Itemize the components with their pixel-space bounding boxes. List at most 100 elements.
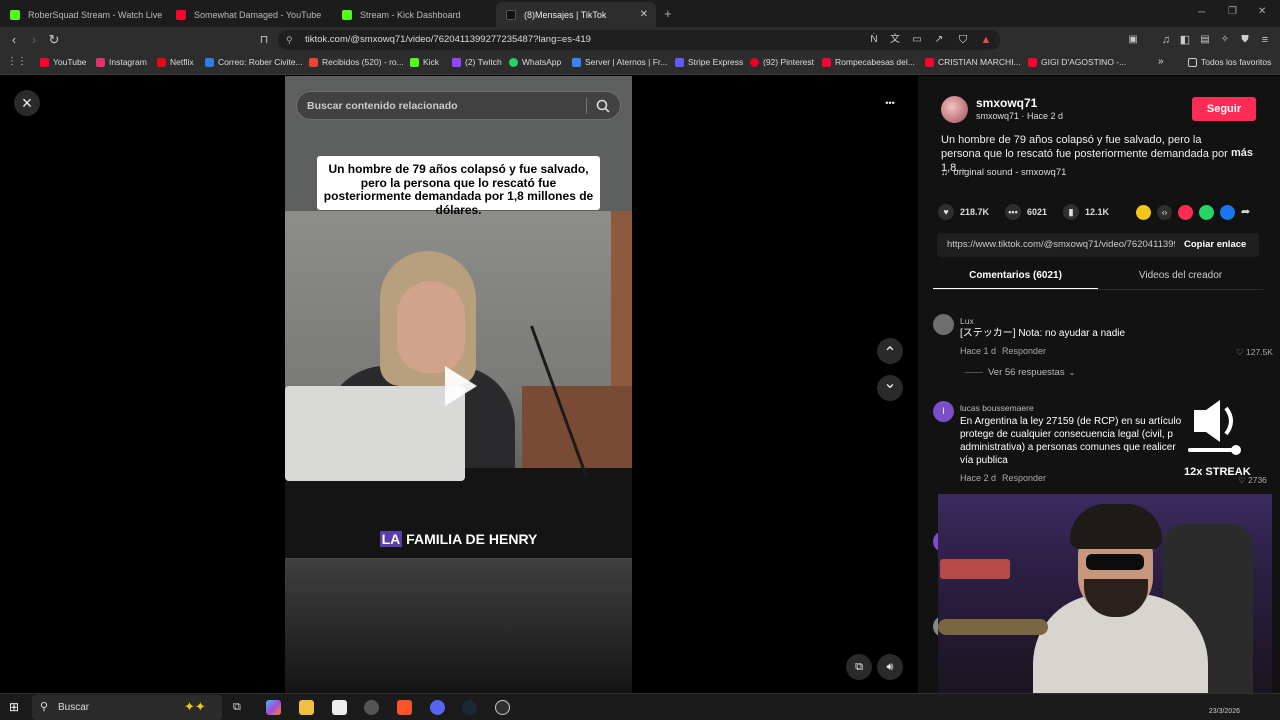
windows-start-icon[interactable]: ⊞ <box>9 700 24 715</box>
play-icon[interactable] <box>445 366 477 406</box>
brave-icon[interactable] <box>397 700 412 715</box>
facebook-share-icon[interactable] <box>1220 205 1235 220</box>
bookmark-rompecabezas[interactable]: Rompecabesas del... <box>822 57 915 67</box>
comment-button[interactable]: ••• 6021 <box>1005 204 1047 220</box>
sparkle-icon: ✦✦ <box>184 699 206 714</box>
comment-username[interactable]: lucas boussemaere <box>960 403 1034 413</box>
leo-icon[interactable]: ✧ <box>1217 32 1233 48</box>
tab-creator-videos[interactable]: Videos del creador <box>1098 264 1263 290</box>
whatsapp-share-icon[interactable] <box>1199 205 1214 220</box>
bookmark-aternos[interactable]: Server | Aternos | Fr... <box>572 57 667 67</box>
translate-icon[interactable]: 文 <box>887 32 903 48</box>
forward-icon[interactable]: › <box>26 32 42 48</box>
steam-icon[interactable] <box>462 700 477 715</box>
share-icon[interactable]: ↗ <box>931 32 947 48</box>
save-button[interactable]: ▮ 12.1K <box>1063 204 1109 220</box>
tab-comments[interactable]: Comentarios (6021) <box>933 264 1098 290</box>
share-more-icon[interactable]: ➦ <box>1241 205 1256 220</box>
bookmark-netflix[interactable]: Netflix <box>157 57 194 67</box>
minimize-icon[interactable]: ─ <box>1198 7 1205 18</box>
store-icon[interactable] <box>332 700 347 715</box>
instagram-icon <box>96 57 105 67</box>
more-options-icon[interactable]: ••• <box>877 90 903 116</box>
task-view-icon[interactable]: ⧉ <box>233 700 248 715</box>
maximize-icon[interactable]: ❐ <box>1228 6 1237 17</box>
avatar[interactable] <box>941 96 968 123</box>
youtube-icon <box>1028 57 1037 67</box>
bookmark-youtube[interactable]: YouTube <box>40 57 86 67</box>
next-video-icon[interactable]: ⌄ <box>877 375 903 401</box>
related-search-input[interactable] <box>307 92 582 119</box>
comment-like-button[interactable]: ♡ 127.5K <box>1236 347 1273 358</box>
bookmark-whatsapp[interactable]: WhatsApp <box>509 57 561 67</box>
avatar[interactable] <box>933 314 954 335</box>
menu-icon[interactable]: ≡ <box>1257 32 1273 48</box>
tab-youtube[interactable]: Somewhat Damaged - YouTube <box>166 2 332 27</box>
video-player[interactable]: Un hombre de 79 años colapsó y fue salva… <box>285 76 632 693</box>
reload-icon[interactable]: ↻ <box>46 32 62 48</box>
file-explorer-icon[interactable] <box>299 700 314 715</box>
bookmark-gmail[interactable]: Recibidos (520) - ro... <box>309 57 404 67</box>
bookmark-stripe[interactable]: Stripe Express <box>675 57 743 67</box>
copy-link-button[interactable]: Copiar enlace <box>1184 239 1246 250</box>
search-icon[interactable] <box>595 98 611 114</box>
more-link[interactable]: más <box>1231 147 1253 159</box>
new-tab-button[interactable]: + <box>664 6 672 21</box>
bookmark-icon[interactable]: ⊓ <box>256 32 272 48</box>
app-icon[interactable] <box>364 700 379 715</box>
brave-shield-icon[interactable]: ⛉ <box>955 32 971 48</box>
follow-button[interactable]: Seguir <box>1192 97 1256 121</box>
coin-icon[interactable] <box>1136 205 1151 220</box>
obs-icon[interactable] <box>495 700 510 715</box>
view-replies-button[interactable]: Ver 56 respuestas ⌄ <box>965 367 1075 378</box>
reply-button[interactable]: Responder <box>1002 473 1046 483</box>
share-link-text[interactable]: https://www.tiktok.com/@smxowq71/video/7… <box>947 239 1175 250</box>
comment-username[interactable]: Lux <box>960 316 974 326</box>
tabs-divider <box>933 289 1263 290</box>
bookmark-pinterest[interactable]: (92) Pinterest <box>750 57 814 67</box>
bookmark-kick[interactable]: Kick <box>410 57 439 67</box>
projector <box>285 386 465 481</box>
sidebar-toggle-icon[interactable]: ◧ <box>1177 32 1193 48</box>
copilot-icon[interactable] <box>266 700 281 715</box>
streamer-sunglasses <box>1086 554 1144 570</box>
bookmark-correo[interactable]: Correo: Rober Civite... <box>205 57 303 67</box>
discord-icon[interactable] <box>430 700 445 715</box>
creator-username[interactable]: smxowq71 <box>976 96 1037 110</box>
bookmarks-overflow-icon[interactable]: » <box>1158 56 1164 67</box>
tab-roberquad[interactable]: RoberSquad Stream - Watch Live <box>0 2 166 27</box>
apps-icon[interactable]: ⋮⋮ <box>7 56 27 67</box>
twitch-icon <box>452 57 461 67</box>
close-video-button[interactable]: × <box>14 90 40 116</box>
repost-icon[interactable] <box>1178 205 1193 220</box>
vpn-icon[interactable]: ⛊ <box>1237 32 1253 48</box>
sound-link[interactable]: ♫ original sound - smxowq71 <box>941 167 1066 178</box>
previous-video-icon[interactable]: ⌃ <box>877 338 903 364</box>
back-icon[interactable]: ‹ <box>6 32 22 48</box>
bookmark-twitch[interactable]: (2) Twitch <box>452 57 502 67</box>
bookmark-gigi[interactable]: GIGI D'AGOSTINO -... <box>1028 57 1126 67</box>
bookmark-cristian[interactable]: CRISTIAN MARCHI... <box>925 57 1021 67</box>
pip-icon[interactable]: ⧉ <box>846 654 872 680</box>
avatar[interactable]: l <box>933 401 954 422</box>
reply-button[interactable]: Responder <box>1002 346 1046 356</box>
youtube-icon <box>176 9 186 20</box>
window-close-icon[interactable]: ✕ <box>1258 6 1266 17</box>
like-button[interactable]: ♥ 218.7K <box>938 204 989 220</box>
embed-icon[interactable]: ‹› <box>1157 205 1172 220</box>
site-info-icon[interactable]: ⚲ <box>286 30 293 50</box>
brave-rewards-icon[interactable]: ▲ <box>978 32 994 48</box>
tab-kick-dashboard[interactable]: Stream - Kick Dashboard <box>332 2 498 27</box>
volume-icon[interactable]: 🔊︎ <box>877 654 903 680</box>
wallet-icon[interactable]: ▤ <box>1197 32 1213 48</box>
all-favorites-folder[interactable]: Todos los favoritos <box>1188 57 1271 67</box>
youtube-icon <box>40 57 49 67</box>
bookmark-instagram[interactable]: Instagram <box>96 57 147 67</box>
media-icon[interactable]: ♫ <box>1158 32 1174 48</box>
screenshot-icon[interactable]: ▣ <box>1125 32 1141 48</box>
tab-tiktok[interactable]: (8)Mensajes | TikTok ✕ <box>496 2 656 27</box>
translate-off-icon[interactable]: Ṅ <box>866 32 882 48</box>
taskbar-search-input[interactable] <box>58 695 178 720</box>
close-tab-icon[interactable]: ✕ <box>640 9 648 20</box>
cast-icon[interactable]: ▭ <box>909 32 925 48</box>
